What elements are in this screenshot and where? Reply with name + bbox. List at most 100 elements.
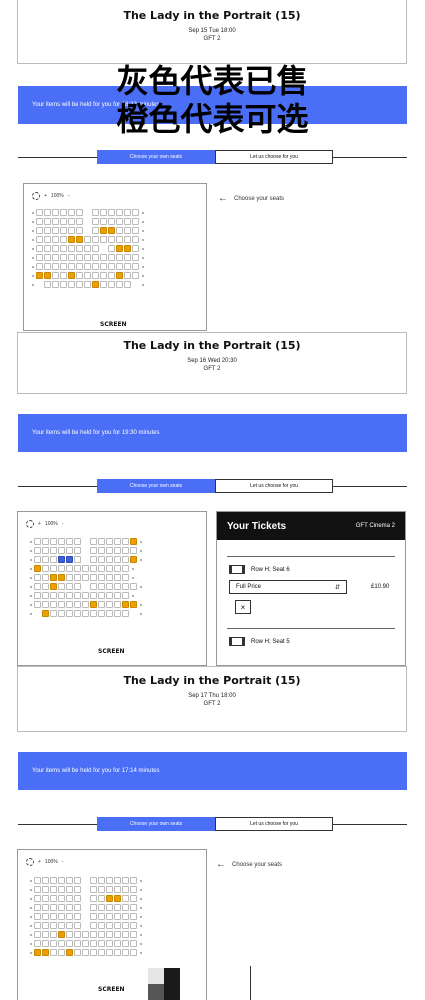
seat[interactable] xyxy=(90,913,97,920)
seat[interactable] xyxy=(122,886,129,893)
seat[interactable] xyxy=(114,601,121,608)
seat[interactable] xyxy=(66,931,73,938)
seat[interactable] xyxy=(42,610,49,617)
choose-own-seats-button[interactable]: Choose your own seats xyxy=(97,150,215,164)
seat[interactable] xyxy=(44,254,51,261)
seat[interactable] xyxy=(116,209,123,216)
seat[interactable] xyxy=(50,610,57,617)
seat[interactable] xyxy=(90,886,97,893)
seat[interactable] xyxy=(122,556,129,563)
seat[interactable] xyxy=(52,263,59,270)
seat[interactable] xyxy=(98,895,105,902)
seat[interactable] xyxy=(98,556,105,563)
seat[interactable] xyxy=(108,281,115,288)
seat[interactable] xyxy=(76,263,83,270)
seat[interactable] xyxy=(82,565,89,572)
seat[interactable] xyxy=(114,931,121,938)
seat[interactable] xyxy=(66,940,73,947)
seat[interactable] xyxy=(74,877,81,884)
seat[interactable] xyxy=(66,601,73,608)
seat[interactable] xyxy=(98,610,105,617)
seat[interactable] xyxy=(34,940,41,947)
seat[interactable] xyxy=(92,263,99,270)
seat[interactable] xyxy=(108,263,115,270)
seat[interactable] xyxy=(50,895,57,902)
seat[interactable] xyxy=(122,940,129,947)
seat[interactable] xyxy=(36,245,43,252)
seat[interactable] xyxy=(106,877,113,884)
seat[interactable] xyxy=(44,236,51,243)
seat[interactable] xyxy=(90,565,97,572)
seat[interactable] xyxy=(114,538,121,545)
seat[interactable] xyxy=(98,940,105,947)
seat[interactable] xyxy=(42,547,49,554)
seat[interactable] xyxy=(44,272,51,279)
seat[interactable] xyxy=(122,877,129,884)
seat[interactable] xyxy=(74,922,81,929)
seat[interactable] xyxy=(42,949,49,956)
seat[interactable] xyxy=(92,209,99,216)
seat[interactable] xyxy=(130,949,137,956)
seat[interactable] xyxy=(42,556,49,563)
seat[interactable] xyxy=(100,263,107,270)
seat[interactable] xyxy=(36,227,43,234)
seat[interactable] xyxy=(58,931,65,938)
seat[interactable] xyxy=(52,272,59,279)
seat[interactable] xyxy=(106,904,113,911)
let-us-choose-button[interactable]: Let us choose for you xyxy=(215,150,333,164)
seat[interactable] xyxy=(106,547,113,554)
seat[interactable] xyxy=(76,272,83,279)
seat[interactable] xyxy=(98,538,105,545)
seat[interactable] xyxy=(66,556,73,563)
seat[interactable] xyxy=(74,895,81,902)
seat[interactable] xyxy=(122,904,129,911)
seat[interactable] xyxy=(124,254,131,261)
seat[interactable] xyxy=(42,913,49,920)
seat[interactable] xyxy=(68,263,75,270)
seat[interactable] xyxy=(130,895,137,902)
seat[interactable] xyxy=(116,245,123,252)
seat[interactable] xyxy=(76,209,83,216)
seat[interactable] xyxy=(50,556,57,563)
seat[interactable] xyxy=(130,583,137,590)
seat[interactable] xyxy=(60,227,67,234)
seat[interactable] xyxy=(58,904,65,911)
seat[interactable] xyxy=(98,574,105,581)
seat[interactable] xyxy=(66,574,73,581)
seat[interactable] xyxy=(114,574,121,581)
crosshair-icon[interactable] xyxy=(32,192,40,200)
seat[interactable] xyxy=(58,949,65,956)
seat[interactable] xyxy=(60,263,67,270)
seat[interactable] xyxy=(114,877,121,884)
seat[interactable] xyxy=(108,209,115,216)
seat[interactable] xyxy=(52,209,59,216)
seat[interactable] xyxy=(122,610,129,617)
seat[interactable] xyxy=(132,263,139,270)
seat[interactable] xyxy=(44,209,51,216)
seat[interactable] xyxy=(108,254,115,261)
seat[interactable] xyxy=(130,886,137,893)
choose-own-seats-button[interactable]: Choose your own seats xyxy=(97,817,215,831)
seat[interactable] xyxy=(106,886,113,893)
seat[interactable] xyxy=(68,254,75,261)
seat[interactable] xyxy=(66,886,73,893)
seat[interactable] xyxy=(130,904,137,911)
seat[interactable] xyxy=(100,218,107,225)
seat[interactable] xyxy=(122,895,129,902)
seat[interactable] xyxy=(66,904,73,911)
seat[interactable] xyxy=(34,922,41,929)
seat[interactable] xyxy=(74,940,81,947)
seat[interactable] xyxy=(76,218,83,225)
seat[interactable] xyxy=(68,281,75,288)
seat[interactable] xyxy=(50,886,57,893)
seat[interactable] xyxy=(106,574,113,581)
seat[interactable] xyxy=(92,281,99,288)
seat[interactable] xyxy=(42,895,49,902)
seat[interactable] xyxy=(84,281,91,288)
seat[interactable] xyxy=(98,949,105,956)
seat[interactable] xyxy=(114,904,121,911)
seat[interactable] xyxy=(90,592,97,599)
seat[interactable] xyxy=(52,254,59,261)
seat[interactable] xyxy=(74,610,81,617)
seat[interactable] xyxy=(116,236,123,243)
